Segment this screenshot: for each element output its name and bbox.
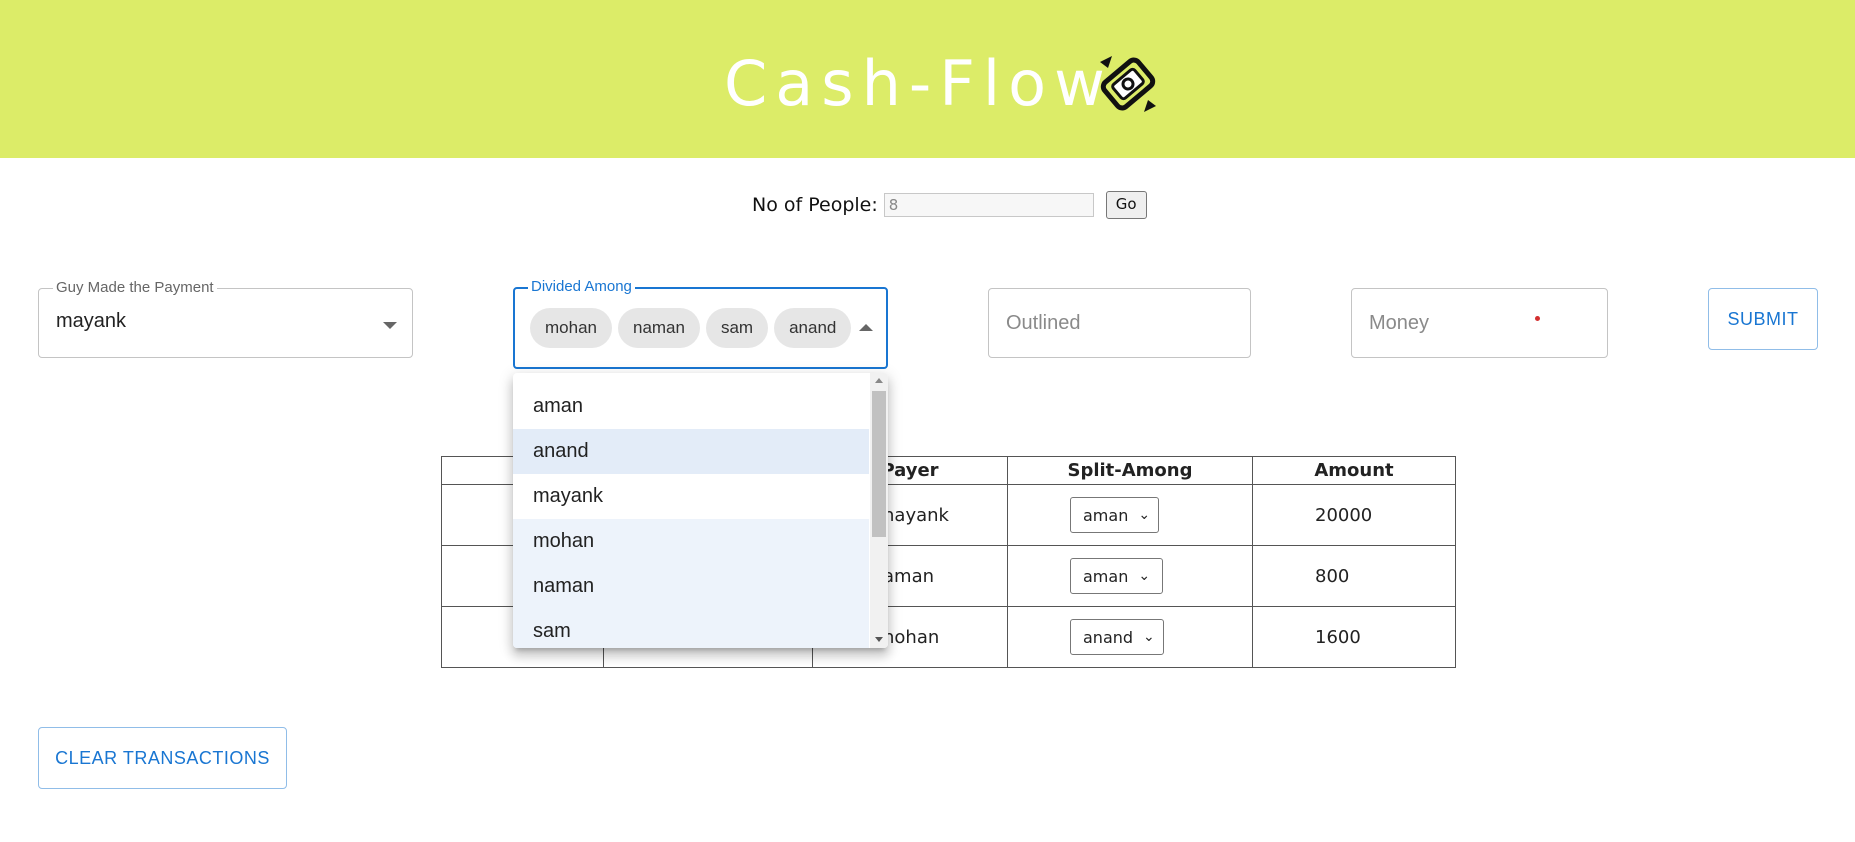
chip-sam[interactable]: sam bbox=[705, 308, 769, 348]
payer-select-value: mayank bbox=[56, 310, 127, 332]
split-among-select[interactable]: aman ⌄ bbox=[1070, 497, 1160, 533]
submit-button[interactable]: SUBMIT bbox=[1708, 288, 1818, 350]
split-among-value: aman bbox=[1083, 505, 1129, 525]
money-placeholder: Money bbox=[1369, 312, 1430, 334]
chevron-down-icon: ⌄ bbox=[1138, 568, 1151, 584]
split-among-select[interactable]: anand ⌄ bbox=[1070, 619, 1164, 655]
app-title: Cash-Flow bbox=[724, 47, 1113, 120]
split-among-value: anand bbox=[1083, 627, 1134, 647]
option-aman[interactable]: aman bbox=[513, 384, 869, 429]
payer-select-label: Guy Made the Payment bbox=[53, 280, 217, 296]
payer-select[interactable]: Guy Made the Payment mayank bbox=[38, 280, 413, 358]
selected-chips: mohan naman sam anand bbox=[530, 308, 852, 348]
column-header-amount: Amount bbox=[1252, 456, 1456, 485]
chip-naman[interactable]: naman bbox=[617, 308, 700, 348]
divided-among-label: Divided Among bbox=[528, 279, 635, 295]
app-header: Cash-Flow bbox=[0, 0, 1855, 158]
row-split: aman ⌄ bbox=[1007, 484, 1253, 546]
cursor-dot bbox=[1535, 316, 1540, 321]
option-anand[interactable]: anand bbox=[513, 429, 869, 474]
chip-anand[interactable]: anand bbox=[774, 308, 852, 348]
chevron-down-icon: ⌄ bbox=[1143, 629, 1155, 645]
money-swap-logo-icon bbox=[1100, 56, 1156, 112]
scroll-up-arrow-icon[interactable] bbox=[875, 378, 883, 383]
chip-mohan[interactable]: mohan bbox=[530, 308, 612, 348]
people-count-input[interactable]: 8 bbox=[883, 193, 1094, 217]
row-amount: 1600 bbox=[1252, 606, 1456, 668]
row-split: anand ⌄ bbox=[1007, 606, 1253, 668]
dropdown-option-list: aman anand mayank mohan naman sam bbox=[513, 384, 869, 648]
outlined-input[interactable]: Outlined bbox=[988, 288, 1251, 358]
people-count-label: No of People: bbox=[752, 194, 878, 216]
row-amount: 20000 bbox=[1252, 484, 1456, 546]
clear-transactions-button[interactable]: CLEAR TRANSACTIONS bbox=[38, 727, 287, 789]
row-split: aman ⌄ bbox=[1007, 545, 1253, 607]
people-count-row: No of People: 8 Go bbox=[752, 190, 1147, 220]
divided-among-select[interactable]: Divided Among mohan naman sam anand bbox=[513, 279, 888, 369]
row-amount: 800 bbox=[1252, 545, 1456, 607]
option-naman[interactable]: naman bbox=[513, 564, 869, 609]
go-button[interactable]: Go bbox=[1105, 191, 1147, 219]
caret-up-icon bbox=[859, 324, 873, 331]
chevron-down-icon: ⌄ bbox=[1138, 507, 1151, 523]
scroll-down-arrow-icon[interactable] bbox=[875, 637, 883, 642]
scrollbar-thumb[interactable] bbox=[872, 391, 886, 537]
option-sam[interactable]: sam bbox=[513, 609, 869, 648]
divided-among-dropdown: aman anand mayank mohan naman sam bbox=[513, 373, 888, 648]
option-mohan[interactable]: mohan bbox=[513, 519, 869, 564]
column-header-split-among: Split-Among bbox=[1007, 456, 1253, 485]
outlined-placeholder: Outlined bbox=[1006, 312, 1081, 334]
option-mayank[interactable]: mayank bbox=[513, 474, 869, 519]
caret-down-icon bbox=[383, 322, 397, 329]
split-among-select[interactable]: aman ⌄ bbox=[1070, 558, 1164, 594]
dropdown-scrollbar[interactable] bbox=[870, 373, 888, 648]
split-among-value: aman bbox=[1083, 566, 1129, 586]
money-input[interactable]: Money bbox=[1351, 288, 1608, 358]
